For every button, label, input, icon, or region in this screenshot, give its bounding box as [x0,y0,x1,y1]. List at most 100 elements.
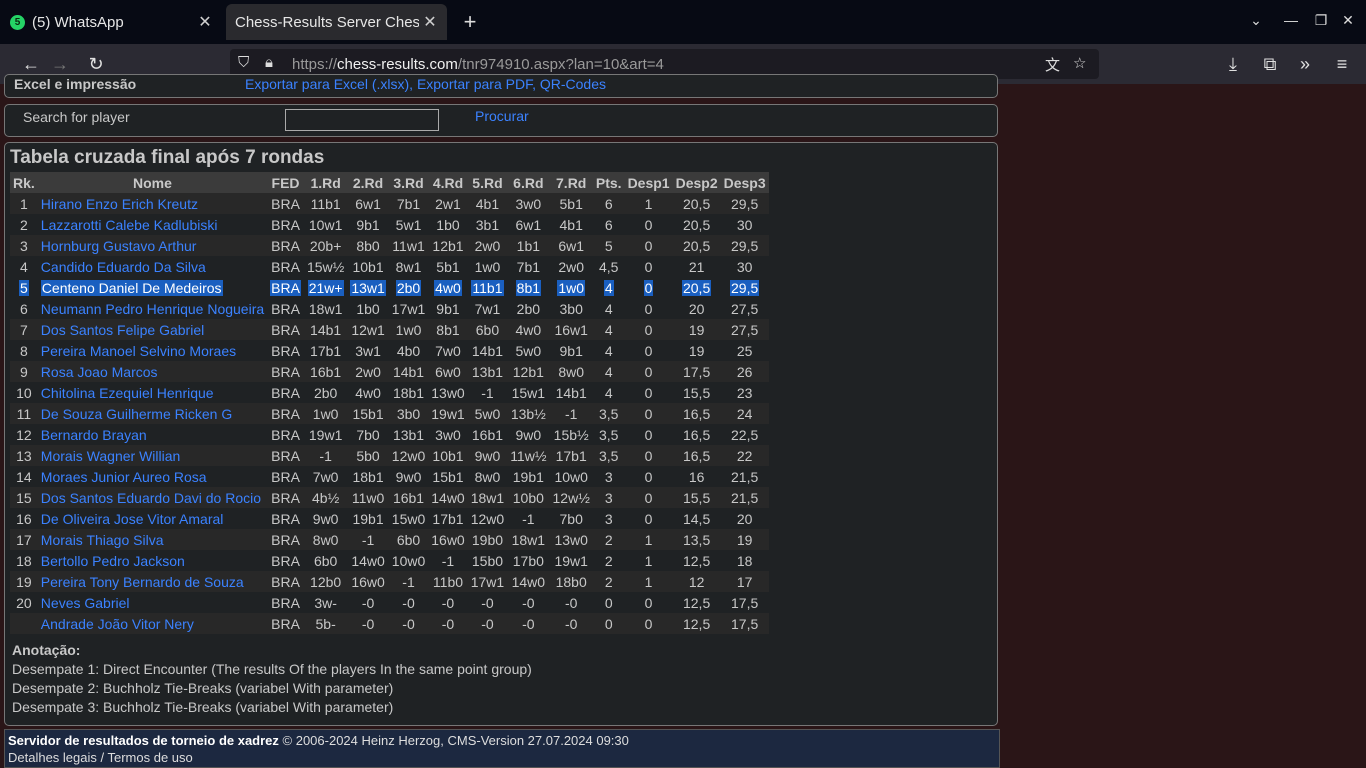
player-name-link[interactable]: Pereira Tony Bernardo de Souza [41,574,244,590]
restore-icon[interactable]: ❐ [1311,12,1331,29]
table-cell: 19 [10,571,38,592]
table-cell: 0 [644,300,653,317]
table-cell: 29,5 [720,235,769,256]
player-name-link[interactable]: Dos Santos Eduardo Davi do Rocio [41,490,261,506]
table-cell: 12,5 [682,615,711,632]
new-tab-icon[interactable]: + [458,10,482,34]
table-cell: 4 [10,256,38,277]
player-name-link[interactable]: Centeno Daniel De Medeiros [40,279,223,296]
player-name-link[interactable]: Morais Wagner Willian [41,448,181,464]
shield-icon[interactable]: ⛉ [238,54,249,71]
table-cell: 9w0 [303,508,348,529]
export-label: Excel e impressão [14,76,137,92]
table-row-selected: 5 Centeno Daniel De Medeiros BRA 21w+ 13w1 2b… [10,277,769,298]
table-cell: 18w1 [303,298,348,319]
table-cell: 3 [604,489,613,506]
bookmark-star-icon[interactable]: ☆ [1073,54,1086,72]
table-cell: 7b1 [516,258,541,275]
table-cell: 20 [688,300,705,317]
lock-icon[interactable]: 🔒︎ [265,54,273,71]
table-cell: 4 [592,340,625,361]
player-name-link[interactable]: De Oliveira Jose Vitor Amaral [41,511,224,527]
table-cell: 7b1 [396,195,421,212]
close-tab-icon[interactable]: ✕ [194,12,216,32]
search-button[interactable]: Procurar [475,108,529,124]
player-name-link[interactable]: Dos Santos Felipe Gabriel [41,322,204,338]
table-cell: 2b0 [395,279,422,296]
table-cell: BRA [267,214,304,235]
close-tab-icon[interactable]: ✕ [419,12,441,32]
reload-icon[interactable]: ↻ [84,52,108,76]
player-name-link[interactable]: Pereira Manoel Selvino Moraes [41,343,236,359]
table-cell: 0 [644,510,653,527]
player-name-link[interactable]: Morais Thiago Silva [41,532,164,548]
forward-icon[interactable]: → [48,52,72,76]
player-name-link[interactable]: Lazzarotti Calebe Kadlubiski [41,217,218,233]
table-cell: 1w0 [474,258,501,275]
player-name-link[interactable]: Neves Gabriel [41,595,130,611]
table-cell: 11b1 [303,193,348,214]
table-cell: 7b0 [559,510,583,527]
table-cell: 12w1 [347,319,389,340]
table-cell: 18b0 [549,571,593,592]
table-cell: Dos Santos Eduardo Davi do Rocio [37,487,268,508]
table-cell: 9w0 [388,466,429,487]
player-name-link[interactable]: Hornburg Gustavo Arthur [41,238,197,254]
table-cell: 2w0 [467,235,508,256]
table-cell: 21w+ [303,277,348,298]
table-cell: 15,5 [682,489,711,506]
downloads-icon[interactable]: ⤓ [1221,52,1245,76]
table-cell: 4w0 [434,279,462,296]
table-cell: 3w0 [507,193,550,214]
table-cell: 1w0 [557,279,586,296]
player-name-link[interactable]: Bernardo Brayan [41,427,147,443]
player-name-link[interactable]: Bertollo Pedro Jackson [41,553,185,569]
table-cell: BRA [267,319,304,340]
player-name-link[interactable]: Hirano Enzo Erich Kreutz [41,196,198,212]
player-name-link[interactable]: Chitolina Ezequiel Henrique [41,385,214,401]
table-cell: 6b0 [467,319,508,340]
table-cell: 17,5 [720,613,769,634]
table-cell: 2b0 [507,298,550,319]
search-input[interactable] [285,109,439,131]
url-text[interactable]: https://chess-results.com/tnr974910.aspx… [292,56,664,73]
player-name-link[interactable]: Neumann Pedro Henrique Nogueira [41,301,264,317]
player-name-link[interactable]: Rosa Joao Marcos [41,364,158,380]
player-name-link[interactable]: Andrade João Vitor Nery [41,616,194,632]
close-window-icon[interactable]: ✕ [1338,12,1358,29]
tab-chess-results[interactable]: Chess-Results Server Chess- ✕ [226,4,447,40]
footer-legal-link[interactable]: Detalhes legais / Termos de uso [8,749,996,766]
player-name-link[interactable]: Moraes Junior Aureo Rosa [41,469,207,485]
table-cell: 30 [736,216,753,233]
table-cell: 5w0 [474,405,501,422]
tab-list-icon[interactable]: ⌄ [1246,12,1266,29]
extensions-icon[interactable]: ⧉ [1258,52,1282,76]
menu-icon[interactable]: ≡ [1330,52,1354,76]
player-name-link[interactable]: Candido Eduardo Da Silva [41,259,206,275]
tab-whatsapp[interactable]: 5 (5) WhatsApp ✕ [0,4,222,40]
table-cell: 7 [10,319,38,340]
table-cell: 27,5 [720,298,769,319]
table-cell: 16w0 [347,571,389,592]
table-cell: 0 [604,615,613,632]
minimize-icon[interactable]: — [1281,12,1301,28]
table-cell: 16w0 [431,531,465,548]
table-cell: 0 [644,384,653,401]
overflow-chevron-icon[interactable]: » [1293,52,1317,76]
table-cell: 1 [644,573,653,590]
export-links[interactable]: Exportar para Excel (.xlsx), Exportar pa… [245,76,606,92]
table-cell: 13w1 [350,279,386,296]
table-cell: 3w0 [435,426,461,443]
column-header: 5.Rd [467,172,508,193]
player-name-link[interactable]: De Souza Guilherme Ricken G [41,406,232,422]
back-icon[interactable]: ← [19,52,43,76]
table-cell: 5b0 [356,447,380,464]
table-cell: BRA [267,571,304,592]
table-cell: -0 [507,592,550,613]
table-cell: 3,5 [592,403,625,424]
table-cell: Morais Thiago Silva [37,529,268,550]
table-header-row: Rk. Nome FED 1.Rd 2.Rd 3.Rd 4.Rd 5.Rd 6.Rd 7.Rd Pt… [10,172,769,193]
translate-icon[interactable]: 文 [1045,54,1060,75]
table-cell: -0 [564,594,578,611]
table-row: 14 Moraes Junior Aureo Rosa BRA 7w0 18b1 9w0 1… [10,466,769,487]
